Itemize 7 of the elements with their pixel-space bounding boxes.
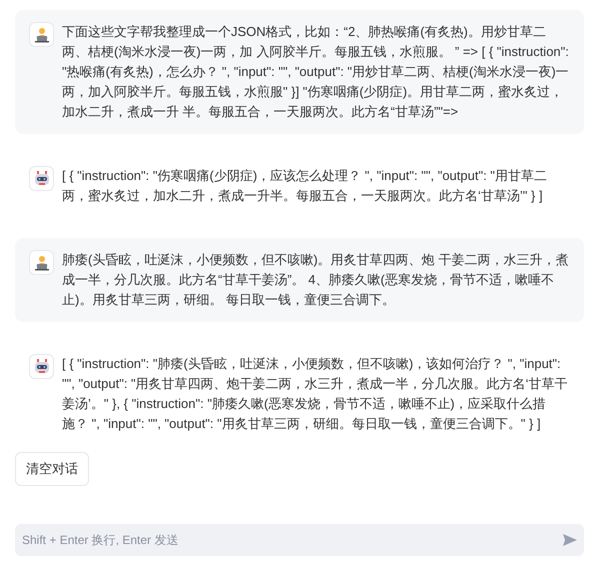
message-text: 肺痿(头昏眩，吐涎沫，小便频数，但不咳嗽)。用炙甘草四两、炮 干姜二两，水三升，煮成一半，分几次服。此方名“甘草干姜汤”。 4、肺痿久嗽(恶寒发烧，骨节不适，嗽唾不止)。用炙甘草三两，研细。 每日取一钱，童便三合调下。 xyxy=(62,251,570,309)
clear-chat-button[interactable]: 清空对话 xyxy=(15,452,89,486)
message-input[interactable]: Shift + Enter 换行, Enter 发送 xyxy=(15,524,584,556)
send-icon[interactable] xyxy=(563,534,577,546)
message-text: [ { "instruction": "肺痿(头昏眩，吐涎沫，小便频数，但不咳嗽)，该如何治疗？ ", "input": "", "output": "用炙甘草四两、炮干姜二两，水三升，煮成一半，分几次服。此方名‘甘草干姜汤’。" }, { "instruction": "肺痿久嗽(恶寒发烧，骨节不适，嗽唾不止)，应采取什么措施？ ", "input": "", "output": "用炙甘草三两，研细。每日取一钱，童便三合调下。" } ] xyxy=(62,355,569,433)
message-text: [ { "instruction": "伤寒咽痛(少阴症)，应该怎么处理？ ", "input": "", "output": "用甘草二两，蜜水炙过，加水二升，煮成一升半。每服五合，一天服两次。此方名‘甘草汤’" } ] xyxy=(62,167,548,205)
message-text: 下面这些文字帮我整理成一个JSON格式，比如：“2、肺热喉痛(有炙热)。用炒甘草二两、桔梗(淘米水浸一夜)一两，加 入阿胶半斤。每服五钱，水煎服。 ” => [ { "instruction": "热喉痛(有炙热)，怎么办？ ", "input": "", "output": "用炒甘草二两、桔梗(淘米水浸一夜)一两，加入阿胶半斤。每服五钱，水煎服" }] "伤寒咽痛(少阴症)。用甘草二两，蜜水炙过，加水二升，煮成一升 半。每服五合，一天服两次。此方名“甘草汤”"=> xyxy=(62,23,570,121)
